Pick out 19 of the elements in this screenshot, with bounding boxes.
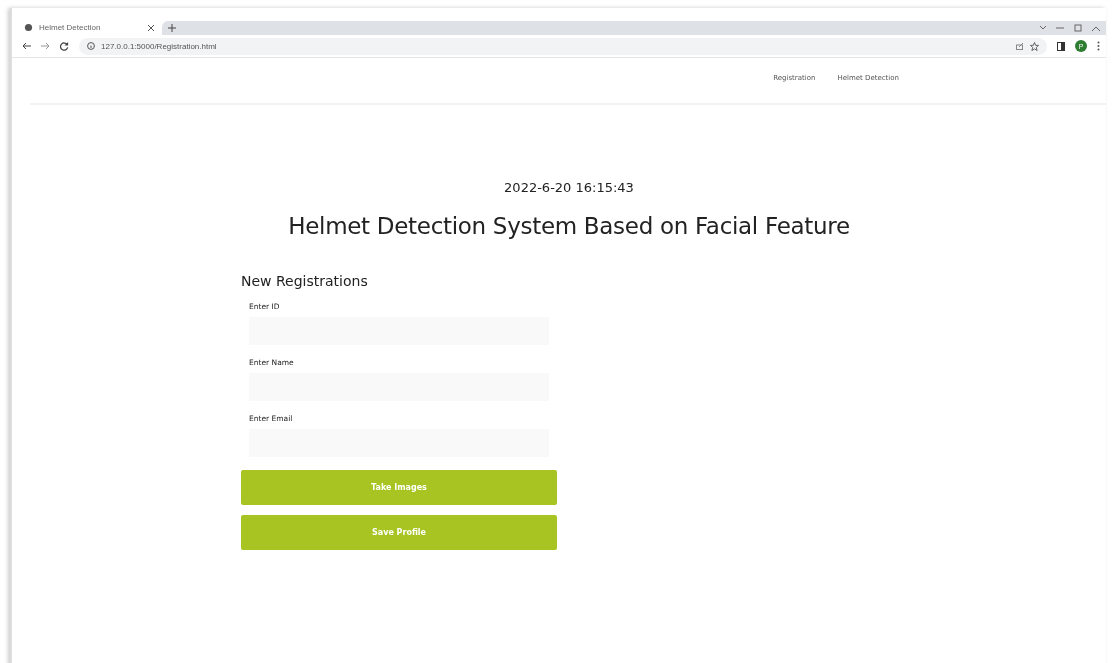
- new-tab-icon[interactable]: [168, 24, 176, 32]
- menu-icon[interactable]: [1097, 41, 1100, 51]
- date-time: 2022-6-20 16:15:43: [503, 180, 635, 195]
- page-title: Helmet Detection System Based on Facial Feature: [287, 213, 851, 239]
- info-icon: [87, 42, 95, 50]
- chevron-icon[interactable]: [1040, 26, 1046, 30]
- url-text: 127.0.0.1:5000/Registration.html: [101, 41, 218, 51]
- side-panel-icon[interactable]: [1057, 41, 1065, 51]
- reload-icon[interactable]: [60, 41, 69, 51]
- address-bar[interactable]: 127.0.0.1:5000/Registration.html: [79, 37, 1047, 55]
- collapse-icon[interactable]: [1092, 25, 1100, 31]
- tab-title: Helmet Detection: [39, 23, 102, 32]
- restore-icon[interactable]: [1074, 24, 1082, 32]
- back-icon[interactable]: [22, 42, 31, 50]
- share-icon[interactable]: [1016, 42, 1024, 50]
- forward-icon[interactable]: [41, 42, 50, 50]
- star-icon[interactable]: [1030, 41, 1039, 51]
- form-title: New Registrations: [241, 273, 369, 289]
- close-icon[interactable]: [148, 24, 154, 31]
